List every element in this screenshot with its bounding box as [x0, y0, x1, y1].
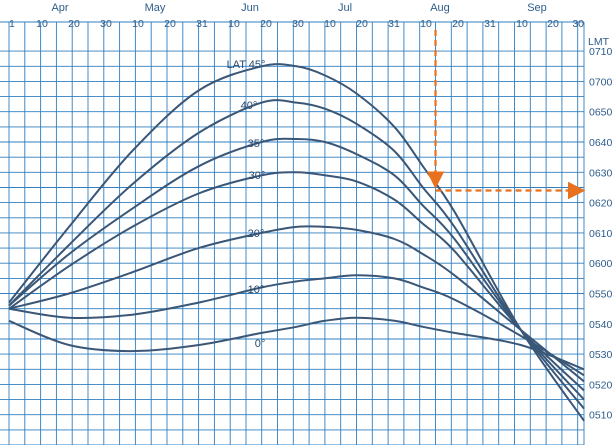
y-tick-label: 0550	[589, 289, 613, 301]
y-tick-label: 0510	[589, 410, 613, 422]
x-tick-labels: 1 10 20 30 10 20 31 10 20 30 10 20 31 10 20 31 10 20 30	[9, 18, 584, 30]
series-line	[8, 63, 585, 422]
y-tick-label: 0530	[589, 349, 613, 361]
series-label: 30°	[249, 170, 266, 182]
month-label: May	[145, 2, 166, 14]
y-unit-label: LMT	[588, 36, 610, 48]
x-tick-label: 1	[9, 18, 15, 30]
y-tick-label: 0600	[589, 258, 613, 270]
x-tick-label: 20	[164, 18, 176, 30]
example-annotation	[426, 30, 586, 200]
x-tick-label: 20	[452, 18, 464, 30]
series-line	[8, 316, 585, 371]
x-tick-label: 30	[572, 18, 584, 30]
month-label: Apr	[51, 2, 68, 14]
x-tick-label: 20	[68, 18, 80, 30]
y-tick-label: 0540	[589, 319, 613, 331]
x-tick-label: 30	[100, 18, 112, 30]
y-tick-label: 0630	[589, 167, 613, 179]
y-tick-label: 0620	[589, 198, 613, 210]
series-label: 0°	[255, 338, 266, 350]
series-label: 40°	[241, 100, 258, 112]
x-tick-label: 20	[356, 18, 368, 30]
y-tick-labels: 0710070006500640063006200610060005500540…	[589, 46, 613, 422]
x-tick-label: 10	[228, 18, 240, 30]
series-label: LAT 45°	[227, 59, 266, 71]
x-tick-label: 31	[388, 18, 400, 30]
month-labels: Apr May Jun Jul Aug Sep	[51, 2, 546, 14]
x-tick-label: 31	[484, 18, 496, 30]
series-label: 20°	[248, 228, 265, 240]
x-tick-label: 20	[547, 18, 559, 30]
x-tick-label: 10	[132, 18, 144, 30]
series-line	[8, 99, 585, 410]
x-tick-label: 31	[196, 18, 208, 30]
month-label: Aug	[430, 2, 450, 14]
y-tick-label: 0700	[589, 76, 613, 88]
month-label: Jul	[338, 2, 352, 14]
x-tick-label: 10	[516, 18, 528, 30]
month-label: Jun	[241, 2, 259, 14]
y-tick-label: 0650	[589, 107, 613, 119]
x-tick-label: 30	[292, 18, 304, 30]
month-label: Sep	[527, 2, 547, 14]
x-tick-label: 10	[324, 18, 336, 30]
sunrise-chart: Apr May Jun Jul Aug Sep 1 10 20 30 10 20 31 10 20 30 10…	[0, 2, 613, 445]
series-lines	[8, 63, 585, 422]
x-tick-label: 10	[36, 18, 48, 30]
y-tick-label: 0640	[589, 137, 613, 149]
series-label: 35°	[248, 138, 265, 150]
x-tick-label: 10	[420, 18, 432, 30]
grid	[0, 21, 585, 445]
series-labels: LAT 45° 40° 35° 30° 20° 10° 0°	[227, 59, 266, 350]
y-tick-label: 0610	[589, 228, 613, 240]
series-line	[8, 137, 585, 401]
x-tick-label: 20	[260, 18, 272, 30]
series-label: 10°	[248, 284, 265, 296]
y-tick-label: 0520	[589, 379, 613, 391]
